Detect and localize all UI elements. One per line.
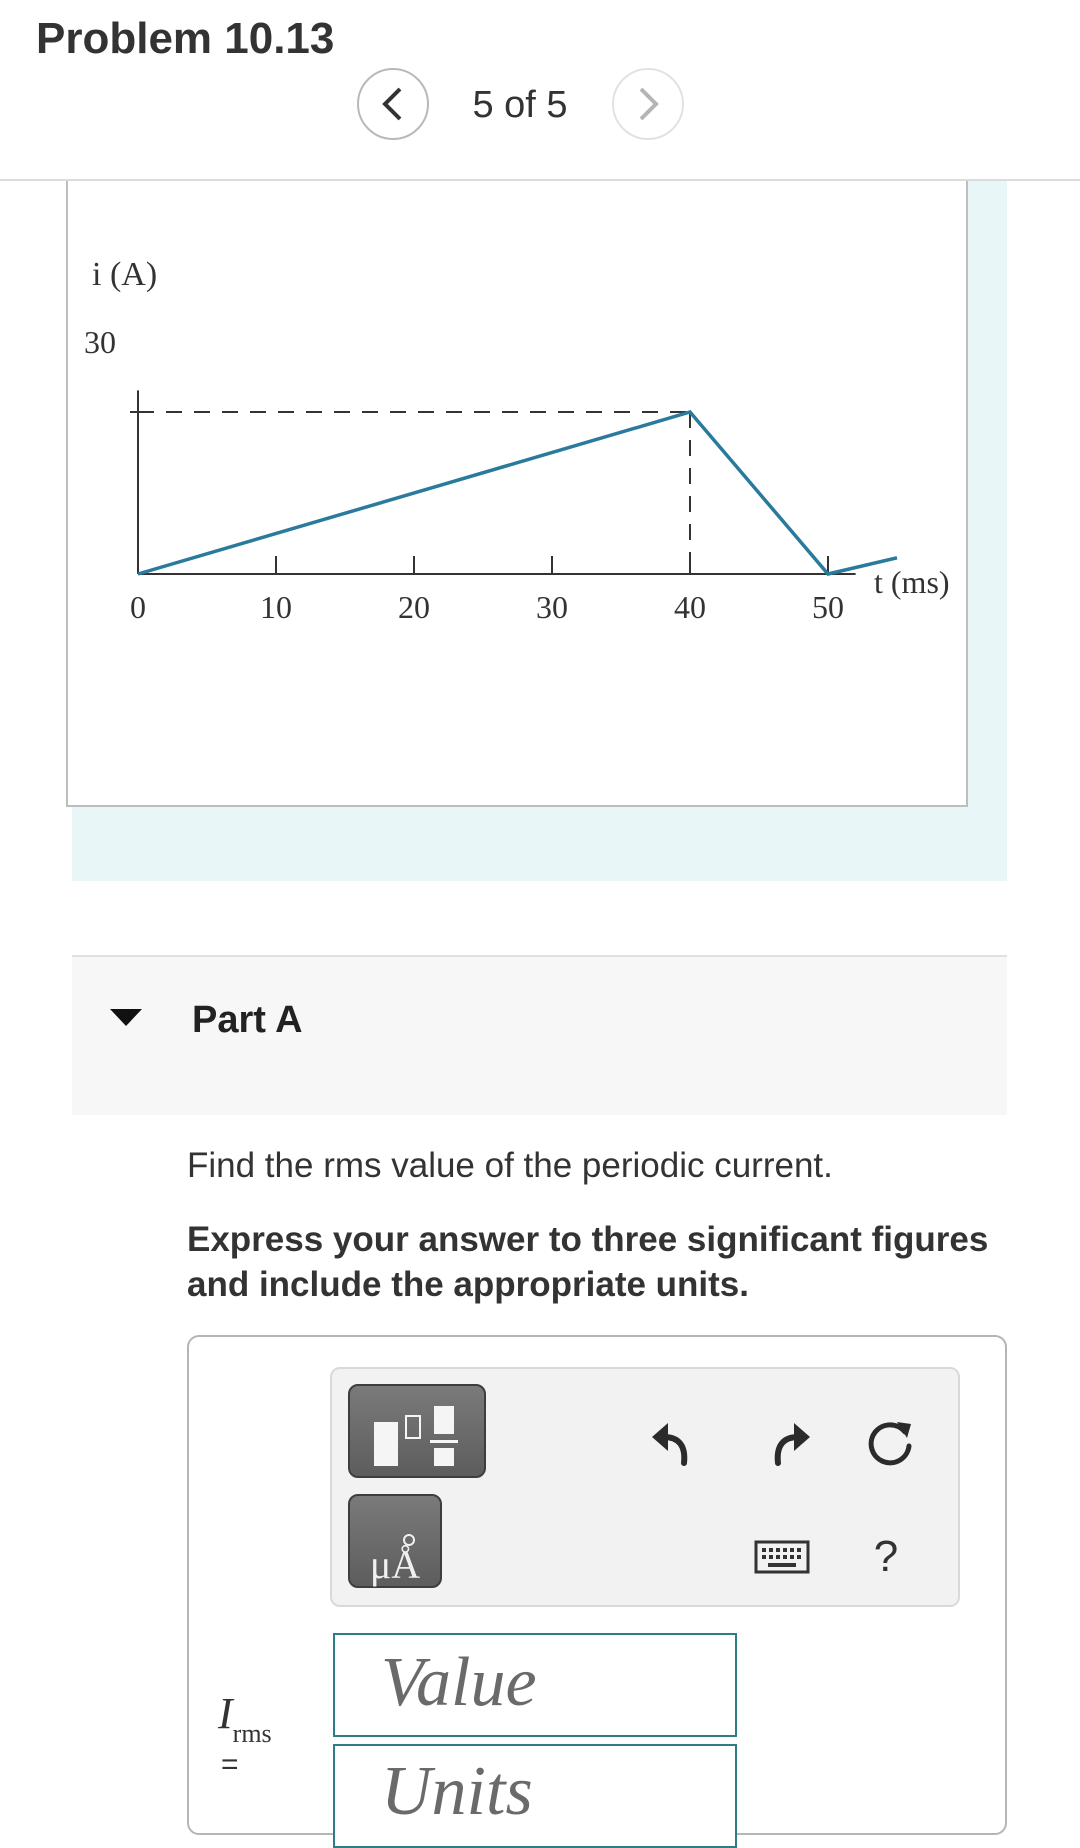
chevron-right-icon bbox=[633, 85, 663, 123]
reset-button[interactable] bbox=[862, 1415, 918, 1471]
current-series-line bbox=[138, 412, 897, 574]
x-tick-label-40: 40 bbox=[674, 589, 706, 625]
answer-variable-label: Irms bbox=[218, 1688, 272, 1739]
keyboard-icon bbox=[754, 1539, 810, 1575]
y-axis-label: i (A) bbox=[92, 256, 157, 293]
units-button-label: μÅ bbox=[350, 1541, 440, 1588]
next-problem-button[interactable] bbox=[612, 68, 684, 140]
x-tick-label-0: 0 bbox=[130, 589, 146, 625]
value-input[interactable]: Value bbox=[333, 1633, 737, 1737]
problem-title: Problem 10.13 bbox=[36, 14, 334, 64]
x-tick-label-30: 30 bbox=[536, 589, 568, 625]
keyboard-button[interactable] bbox=[752, 1537, 812, 1577]
equals-sign: = bbox=[221, 1748, 239, 1782]
templates-icon bbox=[350, 1386, 484, 1476]
y-tick-label-30: 30 bbox=[84, 324, 116, 360]
figure-frame: i (A) t (ms) 30 0 10 20 30 40 50 bbox=[66, 181, 968, 807]
x-tick-label-50: 50 bbox=[812, 589, 844, 625]
units-placeholder: Units bbox=[381, 1752, 533, 1832]
help-icon: ? bbox=[874, 1532, 898, 1582]
redo-button[interactable] bbox=[760, 1415, 816, 1471]
pager-status: 5 of 5 bbox=[440, 84, 600, 127]
math-toolbar: μÅ ? bbox=[330, 1367, 960, 1607]
reset-icon bbox=[863, 1416, 917, 1470]
x-axis-label: t (ms) bbox=[874, 564, 950, 600]
undo-button[interactable] bbox=[646, 1415, 702, 1471]
answer-variable-subscript: rms bbox=[233, 1719, 272, 1748]
units-input[interactable]: Units bbox=[333, 1744, 737, 1848]
current-waveform-chart: i (A) t (ms) 30 0 10 20 30 40 50 bbox=[68, 181, 970, 807]
undo-icon bbox=[648, 1417, 700, 1469]
question-text: Find the rms value of the periodic curre… bbox=[187, 1146, 833, 1186]
part-title: Part A bbox=[192, 999, 303, 1042]
caret-down-icon bbox=[110, 1009, 142, 1026]
chevron-left-icon bbox=[378, 85, 408, 123]
units-button[interactable]: μÅ bbox=[348, 1494, 442, 1588]
instruction-text: Express your answer to three significant… bbox=[187, 1217, 1007, 1307]
templates-button[interactable] bbox=[348, 1384, 486, 1478]
redo-icon bbox=[762, 1417, 814, 1469]
part-a-header[interactable]: Part A bbox=[72, 955, 1007, 1115]
answer-variable-symbol: I bbox=[218, 1689, 233, 1738]
x-tick-label-20: 20 bbox=[398, 589, 430, 625]
previous-problem-button[interactable] bbox=[357, 68, 429, 140]
help-button[interactable]: ? bbox=[858, 1529, 914, 1585]
value-placeholder: Value bbox=[381, 1643, 537, 1723]
x-tick-label-10: 10 bbox=[260, 589, 292, 625]
